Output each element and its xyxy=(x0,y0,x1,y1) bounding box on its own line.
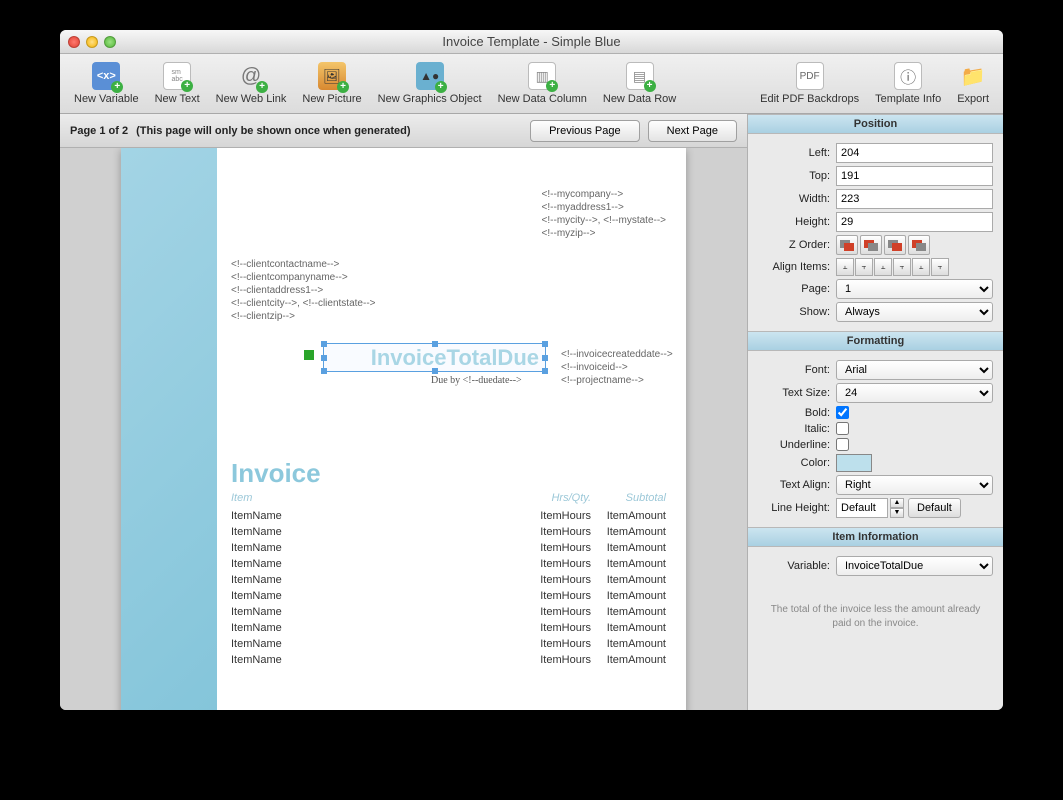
left-input[interactable] xyxy=(836,143,993,163)
table-row[interactable]: ItemNameItemHoursItemAmount xyxy=(231,652,676,668)
page-select[interactable]: 1 xyxy=(836,279,993,299)
table-row[interactable]: ItemNameItemHoursItemAmount xyxy=(231,620,676,636)
table-row[interactable]: ItemNameItemHoursItemAmount xyxy=(231,556,676,572)
page-note: (This page will only be shown once when … xyxy=(136,125,410,137)
position-section-header: Position xyxy=(748,114,1003,134)
table-rows[interactable]: ItemNameItemHoursItemAmountItemNameItemH… xyxy=(231,508,676,668)
canvas-scroll[interactable]: <!--mycompany--> <!--myaddress1--> <!--m… xyxy=(60,148,747,710)
bring-to-front-button[interactable] xyxy=(908,235,930,255)
new-data-row-button[interactable]: ▤+ New Data Row xyxy=(595,62,684,105)
width-input[interactable] xyxy=(836,189,993,209)
underline-checkbox[interactable] xyxy=(836,438,849,451)
table-row[interactable]: ItemNameItemHoursItemAmount xyxy=(231,524,676,540)
new-data-column-button[interactable]: ▥+ New Data Column xyxy=(490,62,595,105)
align-middle-button[interactable]: ⫠ xyxy=(912,258,930,276)
resize-handle[interactable] xyxy=(542,368,548,374)
company-block[interactable]: <!--mycompany--> <!--myaddress1--> <!--m… xyxy=(542,188,666,240)
line-height-stepper[interactable]: ▲▼ xyxy=(836,498,904,518)
table-row[interactable]: ItemNameItemHoursItemAmount xyxy=(231,588,676,604)
due-by-text[interactable]: Due by <!--duedate--> xyxy=(431,374,522,387)
window-title: Invoice Template - Simple Blue xyxy=(60,34,1003,49)
formatting-section-header: Formatting xyxy=(748,331,1003,351)
resize-handle[interactable] xyxy=(321,368,327,374)
next-page-button[interactable]: Next Page xyxy=(648,120,737,142)
new-web-link-button[interactable]: @+ New Web Link xyxy=(208,62,295,105)
meta-block[interactable]: <!--invoicecreateddate--> <!--invoiceid-… xyxy=(561,348,673,387)
variable-select[interactable]: InvoiceTotalDue xyxy=(836,556,993,576)
page-sidebar-graphic xyxy=(121,148,217,710)
toolbar: <x>+ New Variable smabc+ New Text @+ New… xyxy=(60,54,1003,114)
table-row[interactable]: ItemNameItemHoursItemAmount xyxy=(231,636,676,652)
new-graphics-object-button[interactable]: ▲●+ New Graphics Object xyxy=(370,62,490,105)
selected-element[interactable]: InvoiceTotalDue xyxy=(323,343,546,372)
stepper-down-button[interactable]: ▼ xyxy=(890,508,904,518)
resize-handle[interactable] xyxy=(542,355,548,361)
table-row[interactable]: ItemNameItemHoursItemAmount xyxy=(231,572,676,588)
align-bottom-button[interactable]: ⫟ xyxy=(931,258,949,276)
inspector-panel: Position Left: Top: Width: Height: Z Ord… xyxy=(747,114,1003,710)
invoice-total-due-text: InvoiceTotalDue xyxy=(371,345,539,371)
template-page[interactable]: <!--mycompany--> <!--myaddress1--> <!--m… xyxy=(121,148,686,710)
resize-handle[interactable] xyxy=(432,341,438,347)
text-size-select[interactable]: 24 xyxy=(836,383,993,403)
stepper-up-button[interactable]: ▲ xyxy=(890,498,904,508)
variable-description: The total of the invoice less the amount… xyxy=(748,585,1003,649)
show-select[interactable]: Always xyxy=(836,302,993,322)
table-row[interactable]: ItemNameItemHoursItemAmount xyxy=(231,540,676,556)
text-align-select[interactable]: Right xyxy=(836,475,993,495)
align-right-button[interactable]: ⫠ xyxy=(874,258,892,276)
send-backward-button[interactable] xyxy=(860,235,882,255)
top-input[interactable] xyxy=(836,166,993,186)
bold-checkbox[interactable] xyxy=(836,406,849,419)
table-row[interactable]: ItemNameItemHoursItemAmount xyxy=(231,508,676,524)
table-header[interactable]: Item Hrs/Qty. Subtotal xyxy=(231,492,676,504)
resize-handle[interactable] xyxy=(321,355,327,361)
item-info-section-header: Item Information xyxy=(748,527,1003,547)
font-select[interactable]: Arial xyxy=(836,360,993,380)
align-center-button[interactable]: ⫟ xyxy=(855,258,873,276)
align-left-button[interactable]: ⫠ xyxy=(836,258,854,276)
export-button[interactable]: 📁 Export xyxy=(949,62,997,105)
app-window: Invoice Template - Simple Blue <x>+ New … xyxy=(60,30,1003,710)
canvas-area: Page 1 of 2 (This page will only be show… xyxy=(60,114,747,710)
client-block[interactable]: <!--clientcontactname--> <!--clientcompa… xyxy=(231,258,375,323)
new-variable-button[interactable]: <x>+ New Variable xyxy=(66,62,147,105)
page-indicator: Page 1 of 2 xyxy=(70,125,128,137)
height-input[interactable] xyxy=(836,212,993,232)
align-top-button[interactable]: ⫟ xyxy=(893,258,911,276)
new-text-button[interactable]: smabc+ New Text xyxy=(147,62,208,105)
send-to-back-button[interactable] xyxy=(836,235,858,255)
table-row[interactable]: ItemNameItemHoursItemAmount xyxy=(231,604,676,620)
italic-checkbox[interactable] xyxy=(836,422,849,435)
template-info-button[interactable]: ⓘ Template Info xyxy=(867,62,949,105)
color-well[interactable] xyxy=(836,454,872,472)
new-picture-button[interactable]: 🖼+ New Picture xyxy=(294,62,369,105)
resize-handle[interactable] xyxy=(542,341,548,347)
edit-pdf-backdrops-button[interactable]: PDF Edit PDF Backdrops xyxy=(752,62,867,105)
previous-page-button[interactable]: Previous Page xyxy=(530,120,640,142)
titlebar[interactable]: Invoice Template - Simple Blue xyxy=(60,30,1003,54)
invoice-heading[interactable]: Invoice xyxy=(231,458,321,489)
rotate-handle-icon[interactable] xyxy=(304,350,314,360)
bring-forward-button[interactable] xyxy=(884,235,906,255)
line-height-default-button[interactable]: Default xyxy=(908,498,961,518)
resize-handle[interactable] xyxy=(321,341,327,347)
